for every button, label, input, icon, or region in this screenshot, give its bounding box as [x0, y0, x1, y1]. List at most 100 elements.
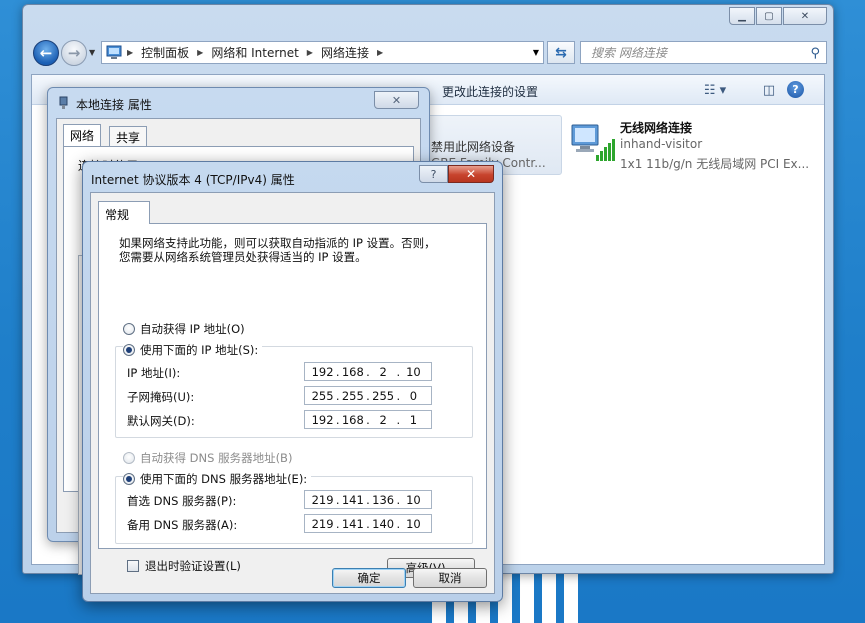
help-icon: ? [430, 167, 437, 181]
dialog-body: 常规 如果网络支持此功能，则可以获取自动指派的 IP 设置。否则， 您需要从网络… [90, 192, 495, 594]
mask-octet: 255 [372, 388, 395, 403]
preview-pane-icon: ◫ [762, 82, 776, 98]
ip-octet: 10 [406, 364, 421, 379]
search-box[interactable]: ⚲ [580, 41, 827, 64]
radio-checked-icon [123, 344, 135, 356]
close-button[interactable]: ✕ [374, 91, 419, 109]
subnet-mask-label: 子网掩码(U): [127, 390, 195, 404]
dns-octet: 136 [372, 492, 395, 507]
minimize-button[interactable]: ▁ [729, 7, 755, 25]
default-gateway-field[interactable]: 192. 168. 2. 1 [304, 410, 432, 429]
wireless-connection-name: 无线网络连接 [620, 121, 693, 135]
manual-ip-radio[interactable]: 使用下面的 IP 地址(S): [123, 342, 263, 358]
description-line-1: 如果网络支持此功能，则可以获取自动指派的 IP 设置。否则， [119, 236, 436, 250]
wireless-network-icon [571, 124, 615, 161]
breadcrumb-control-panel[interactable]: 控制面板 [141, 44, 189, 61]
breadcrumb-network-connections[interactable]: 网络连接 [321, 44, 369, 61]
breadcrumb-separator[interactable]: ▶ [197, 48, 203, 57]
maximize-icon: ▢ [764, 10, 774, 22]
help-button[interactable]: ? [419, 165, 448, 183]
back-button[interactable]: ← [33, 40, 59, 66]
manual-dns-radio[interactable]: 使用下面的 DNS 服务器地址(E): [123, 471, 312, 487]
gateway-octet: 192 [311, 412, 334, 427]
dns-octet: 141 [341, 516, 364, 531]
checkbox-unchecked-icon [127, 560, 139, 572]
mask-octet: 255 [311, 388, 334, 403]
subnet-mask-field[interactable]: 255. 255. 255. 0 [304, 386, 432, 405]
validate-on-exit-checkbox[interactable]: 退出时验证设置(L) [127, 558, 241, 574]
preview-pane-button[interactable]: ◫ [754, 80, 784, 100]
description-text: 如果网络支持此功能，则可以获取自动指派的 IP 设置。否则， 您需要从网络系统管… [119, 236, 469, 264]
refresh-button[interactable]: ⇆ [547, 41, 575, 64]
manual-ip-label: 使用下面的 IP 地址(S): [140, 343, 259, 357]
ok-button[interactable]: 确定 [332, 568, 406, 588]
close-button[interactable]: ✕ [783, 7, 827, 25]
close-icon: ✕ [391, 93, 402, 107]
view-list-icon: ☷ ▾ [703, 82, 727, 98]
radio-unchecked-icon [123, 323, 135, 335]
forward-arrow-icon: → [67, 44, 81, 62]
description-line-2: 您需要从网络系统管理员处获得适当的 IP 设置。 [119, 250, 367, 264]
maximize-button[interactable]: ▢ [756, 7, 782, 25]
minimize-icon: ▁ [738, 10, 746, 22]
dns-octet: 10 [406, 516, 421, 531]
alternate-dns-label: 备用 DNS 服务器(A): [127, 518, 238, 532]
tile-status: 禁用此网络设备 [431, 140, 516, 154]
window-caption-buttons: ▁ ▢ ✕ [728, 7, 827, 25]
tab-network[interactable]: 网络 [63, 124, 102, 147]
wireless-connection-tile[interactable]: 无线网络连接 inhand-visitor 1x1 11b/g/n 无线局域网 … [568, 115, 828, 177]
dns-octet: 141 [341, 492, 364, 507]
help-icon[interactable]: ? [787, 81, 804, 98]
breadcrumb-separator[interactable]: ▶ [127, 48, 133, 57]
cancel-button[interactable]: 取消 [413, 568, 487, 588]
navigation-bar: ← → ▼ ▶ 控制面板 ▶ 网络和 Internet ▶ 网络连接 ▶ ▼ ⇆… [31, 38, 827, 68]
gateway-octet: 2 [379, 412, 387, 427]
control-panel-icon [106, 45, 122, 59]
change-settings-command[interactable]: 更改此连接的设置 [442, 83, 538, 100]
default-gateway-label: 默认网关(D): [127, 414, 195, 428]
radio-unchecked-icon [123, 452, 135, 464]
alternate-dns-field[interactable]: 219. 141. 140. 10 [304, 514, 432, 533]
validate-on-exit-label: 退出时验证设置(L) [145, 559, 241, 573]
change-view-button[interactable]: ☷ ▾ [700, 80, 730, 100]
ip-address-field[interactable]: 192. 168. 2. 10 [304, 362, 432, 381]
mask-octet: 255 [341, 388, 364, 403]
general-tab-panel: 如果网络支持此功能，则可以获取自动指派的 IP 设置。否则， 您需要从网络系统管… [98, 223, 487, 578]
ip-octet: 168 [341, 364, 364, 379]
address-dropdown-icon[interactable]: ▼ [533, 48, 539, 57]
dns-octet: 219 [311, 516, 334, 531]
auto-dns-label: 自动获得 DNS 服务器地址(B) [140, 451, 293, 465]
network-adapter-icon [59, 96, 68, 109]
wireless-device: 1x1 11b/g/n 无线局域网 PCI Ex... [620, 157, 810, 171]
preferred-dns-label: 首选 DNS 服务器(P): [127, 494, 237, 508]
ip-address-label: IP 地址(I): [127, 366, 181, 380]
preferred-dns-field[interactable]: 219. 141. 136. 10 [304, 490, 432, 509]
radio-checked-icon [123, 473, 135, 485]
dns-octet: 10 [406, 492, 421, 507]
auto-ip-label: 自动获得 IP 地址(O) [140, 322, 245, 336]
address-bar[interactable]: ▶ 控制面板 ▶ 网络和 Internet ▶ 网络连接 ▶ ▼ [101, 41, 544, 64]
close-button[interactable]: ✕ [448, 165, 494, 183]
dialog-title: Internet 协议版本 4 (TCP/IPv4) 属性 [91, 173, 295, 187]
back-arrow-icon: ← [39, 44, 53, 62]
refresh-icon: ⇆ [555, 44, 567, 61]
dialog-title: 本地连接 属性 [76, 98, 152, 112]
search-icon[interactable]: ⚲ [810, 46, 820, 61]
auto-ip-radio[interactable]: 自动获得 IP 地址(O) [123, 321, 245, 337]
forward-button[interactable]: → [61, 40, 87, 66]
breadcrumb-separator[interactable]: ▶ [377, 48, 383, 57]
search-input[interactable] [589, 44, 789, 61]
ipv4-properties-dialog: Internet 协议版本 4 (TCP/IPv4) 属性 ? ✕ 常规 如果网… [82, 161, 503, 602]
breadcrumb-separator[interactable]: ▶ [307, 48, 313, 57]
close-icon: ✕ [465, 167, 477, 181]
ip-octet: 2 [379, 364, 387, 379]
tab-general[interactable]: 常规 [98, 201, 150, 224]
dns-octet: 219 [311, 492, 334, 507]
tab-sharing[interactable]: 共享 [109, 126, 148, 146]
close-icon: ✕ [800, 10, 810, 22]
breadcrumb-network-internet[interactable]: 网络和 Internet [211, 44, 298, 61]
auto-dns-radio[interactable]: 自动获得 DNS 服务器地址(B) [123, 450, 292, 466]
recent-pages-dropdown[interactable]: ▼ [89, 48, 95, 57]
manual-dns-label: 使用下面的 DNS 服务器地址(E): [140, 472, 308, 486]
gateway-octet: 1 [409, 412, 418, 427]
